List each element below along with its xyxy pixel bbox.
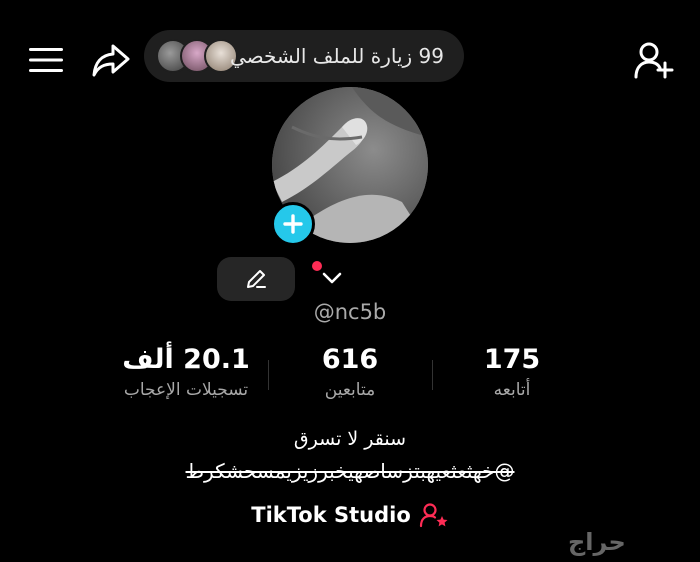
haraj-watermark: حراج [568, 528, 626, 556]
likes-label: تسجيلات الإعجاب [123, 380, 249, 400]
bio-mention[interactable]: @خهثعثعيهبتزساصهيخبرزيزيمسحشكرط [0, 459, 700, 483]
studio-label: TikTok Studio [251, 503, 411, 527]
edit-profile-button[interactable] [217, 257, 295, 301]
menu-button[interactable] [24, 40, 68, 80]
add-user-icon [634, 42, 674, 79]
notification-dot [312, 261, 322, 271]
bio-text: سنقر لا تسرق [293, 428, 407, 450]
likes-count: 20.1 ألف [122, 344, 250, 375]
hamburger-menu-icon [29, 48, 63, 72]
add-story-button[interactable] [271, 202, 315, 246]
pencil-icon [247, 270, 266, 288]
share-button[interactable] [88, 38, 134, 82]
switch-account-dropdown[interactable] [306, 257, 356, 301]
share-arrow-icon [92, 44, 130, 77]
profile-visits-text: 99 زيارة للملف الشخصي [230, 44, 444, 68]
plus-icon [283, 214, 303, 234]
tiktok-studio-link[interactable]: TikTok Studio [0, 502, 700, 528]
add-user-button[interactable] [630, 38, 678, 82]
person-star-icon [419, 503, 448, 528]
username: @nc5b [313, 300, 387, 324]
chevron-down-icon [322, 272, 342, 284]
profile-visits-pill[interactable]: 99 زيارة للملف الشخصي [144, 30, 464, 82]
